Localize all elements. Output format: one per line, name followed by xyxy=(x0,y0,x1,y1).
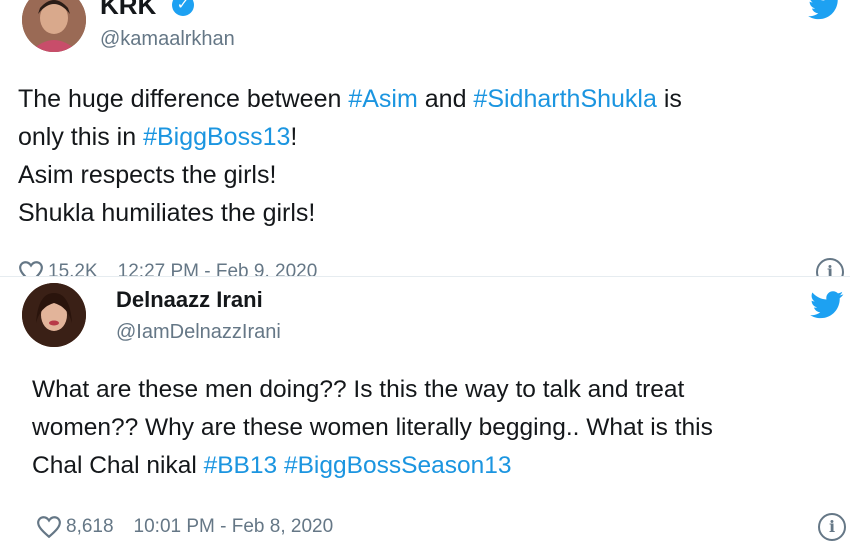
text-segment: ! xyxy=(290,123,298,151)
text-segment: Chal Chal nikal xyxy=(32,452,204,479)
timestamp[interactable]: 10:01 PM - Feb 8, 2020 xyxy=(134,516,334,538)
tweet-text: The huge difference between #Asim and #S… xyxy=(18,80,830,232)
verified-badge-icon: ✓ xyxy=(172,0,194,16)
hashtag-link[interactable]: #SidharthShukla xyxy=(473,85,656,113)
tweet-card-krk: KRK ✓ @kamaalrkhan The huge difference b… xyxy=(0,0,850,276)
heart-icon[interactable] xyxy=(18,260,44,276)
hashtag-link[interactable]: #BiggBoss13 xyxy=(143,123,290,151)
author-name[interactable]: Delnaazz Irani xyxy=(116,287,263,313)
author-handle[interactable]: @IamDelnazzIrani xyxy=(116,321,281,344)
tweet-meta: 15.2K 12:27 PM - Feb 9, 2020 xyxy=(18,260,317,276)
text-segment xyxy=(277,452,284,479)
tweet-text-line: women?? Why are these women literally be… xyxy=(32,409,830,447)
like-count[interactable]: 8,618 xyxy=(66,516,114,538)
text-segment: and xyxy=(417,85,474,113)
hashtag-link[interactable]: #Asim xyxy=(348,85,417,113)
text-segment: What are these men doing?? Is this the w… xyxy=(32,376,685,403)
tweet-text-line: Asim respects the girls! xyxy=(18,156,830,194)
hashtag-link[interactable]: #BB13 xyxy=(204,452,278,479)
text-segment: only this in xyxy=(18,123,144,151)
tweet-text-line: Chal Chal nikal #BB13 #BiggBossSeason13 xyxy=(32,447,830,485)
twitter-bird-icon[interactable] xyxy=(808,0,842,20)
author-name[interactable]: KRK xyxy=(100,0,156,21)
avatar[interactable] xyxy=(22,283,86,347)
author-handle[interactable]: @kamaalrkhan xyxy=(100,28,235,51)
like-count[interactable]: 15.2K xyxy=(48,261,98,276)
info-icon[interactable]: i xyxy=(816,258,844,276)
twitter-bird-icon[interactable] xyxy=(810,291,844,319)
tweet-text-line: only this in #BiggBoss13! xyxy=(18,118,830,156)
tweet-text: What are these men doing?? Is this the w… xyxy=(32,371,830,485)
tweet-text-line: The huge difference between #Asim and #S… xyxy=(18,80,830,118)
text-segment: Shukla humiliates the girls! xyxy=(18,199,316,227)
text-segment: Asim respects the girls! xyxy=(18,161,277,189)
tweet-card-delnaazz: Delnaazz Irani @IamDelnazzIrani What are… xyxy=(0,276,850,551)
tweet-text-line: Shukla humiliates the girls! xyxy=(18,194,830,232)
tweet-text-line: What are these men doing?? Is this the w… xyxy=(32,371,830,409)
text-segment: women?? Why are these women literally be… xyxy=(32,414,713,441)
text-segment: is xyxy=(656,85,682,113)
info-icon[interactable]: i xyxy=(818,513,846,541)
hashtag-link[interactable]: #BiggBossSeason13 xyxy=(284,452,511,479)
avatar[interactable] xyxy=(22,0,86,52)
tweet-meta: 8,618 10:01 PM - Feb 8, 2020 xyxy=(36,515,333,539)
heart-icon[interactable] xyxy=(36,515,62,539)
timestamp[interactable]: 12:27 PM - Feb 9, 2020 xyxy=(118,261,318,276)
text-segment: The huge difference between xyxy=(18,85,349,113)
